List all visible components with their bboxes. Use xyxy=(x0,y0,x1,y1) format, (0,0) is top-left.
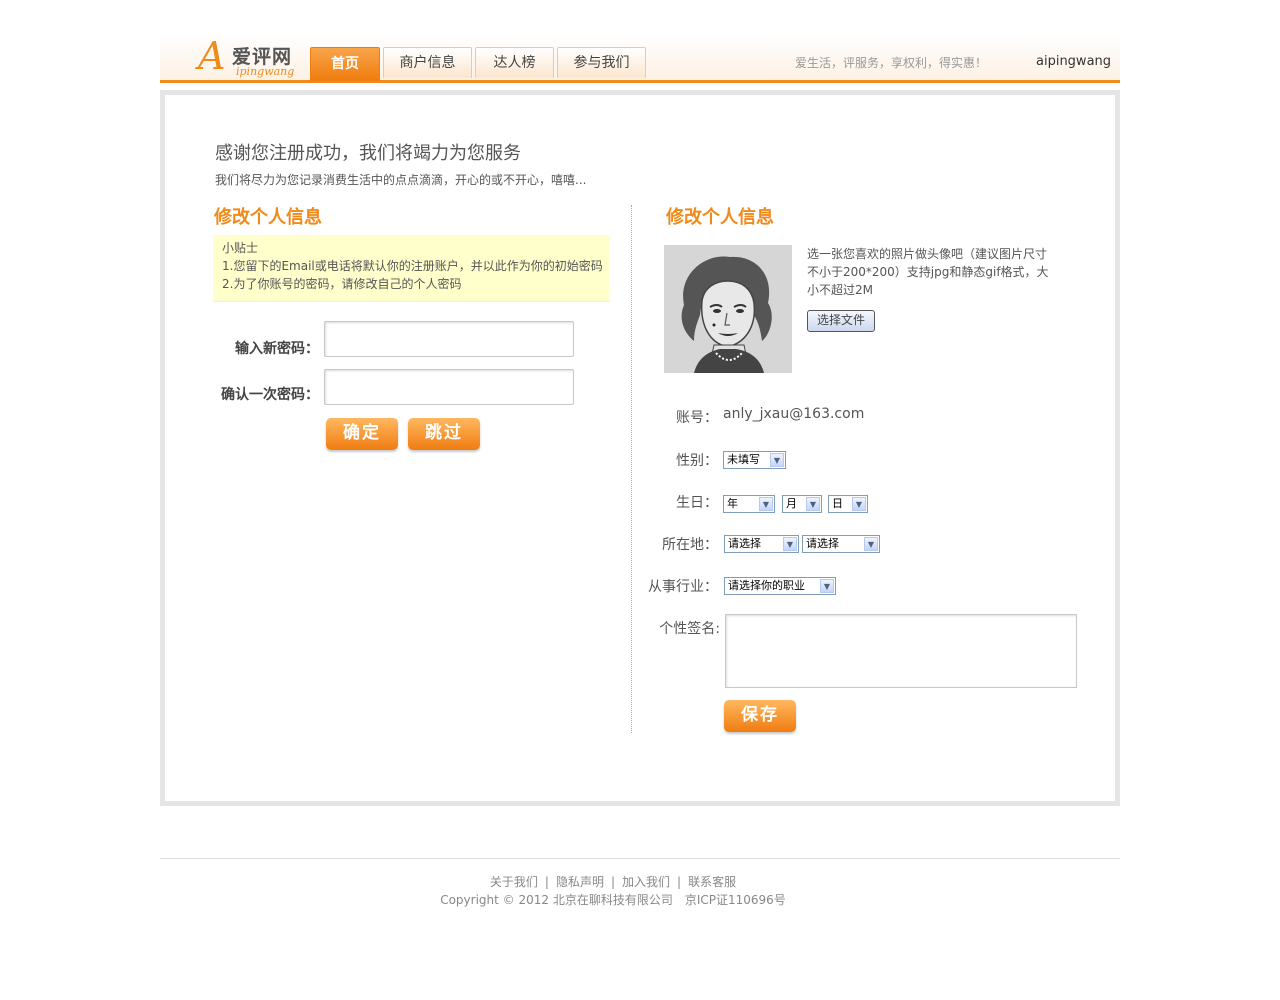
welcome-subtitle: 我们将尽力为您记录消费生活中的点点滴滴，开心的或不开心，嘻嘻... xyxy=(215,173,587,187)
main-panel: 感谢您注册成功，我们将竭力为您服务 我们将尽力为您记录消费生活中的点点滴滴，开心… xyxy=(160,90,1120,806)
footer-links: 关于我们 | 隐私声明 | 加入我们 | 联系客服 xyxy=(0,873,1226,890)
province-select[interactable]: 请选择 ▼ xyxy=(724,535,799,553)
province-select-value: 请选择 xyxy=(728,537,761,550)
birthday-year-value: 年 xyxy=(727,497,738,510)
chevron-down-icon: ▼ xyxy=(759,497,773,511)
header-slogan: 爱生活，评服务，享权利，得实惠！ xyxy=(795,56,988,70)
avatar-upload-note: 选一张您喜欢的照片做头像吧（建议图片尺寸不小于200*200）支持jpg和静态g… xyxy=(807,247,1049,297)
city-select[interactable]: 请选择 ▼ xyxy=(802,535,880,553)
nav-tab-top-reviewers[interactable]: 达人榜 xyxy=(475,47,554,78)
main-nav: 首页 商户信息 达人榜 参与我们 xyxy=(310,47,649,81)
industry-select[interactable]: 请选择你的职业 ▼ xyxy=(724,577,836,595)
tips-heading: 小贴士 xyxy=(222,241,259,255)
tips-line-2: 2.为了你账号的密码，请修改自己的个人密码 xyxy=(222,277,462,291)
birthday-label: 生日： xyxy=(676,495,718,511)
new-password-label: 输入新密码： xyxy=(235,341,319,357)
tips-line-1: 1.您留下的Email或电话将默认你的注册账户，并以此作为你的初始密码 xyxy=(222,259,603,273)
footer-copyright: Copyright © 2012 北京在聊科技有限公司 京ICP证110696号 xyxy=(440,893,786,907)
industry-label: 从事行业： xyxy=(648,579,718,595)
nav-tab-join-us[interactable]: 参与我们 xyxy=(557,47,646,78)
account-value: anly_jxau@163.com xyxy=(723,406,865,422)
tips-box: 小贴士 1.您留下的Email或电话将默认你的注册账户，并以此作为你的初始密码 … xyxy=(213,235,610,302)
birthday-month-select[interactable]: 月 ▼ xyxy=(782,495,822,513)
gender-select-value: 未填写 xyxy=(727,453,760,466)
nav-tab-merchant-info[interactable]: 商户信息 xyxy=(383,47,472,78)
birthday-year-select[interactable]: 年 ▼ xyxy=(723,495,775,513)
chevron-down-icon: ▼ xyxy=(806,497,820,511)
right-section-title: 修改个人信息 xyxy=(666,207,774,228)
chevron-down-icon: ▼ xyxy=(770,453,784,467)
save-button[interactable]: 保存 xyxy=(724,700,796,732)
confirm-button[interactable]: 确定 xyxy=(326,418,398,450)
gender-select[interactable]: 未填写 ▼ xyxy=(723,451,786,469)
avatar-image xyxy=(664,245,792,373)
signature-textarea[interactable] xyxy=(725,614,1077,688)
chevron-down-icon: ▼ xyxy=(864,537,878,551)
signature-label: 个性签名: xyxy=(659,621,720,637)
location-label: 所在地： xyxy=(662,537,718,553)
logo-english-name: ipingwang xyxy=(236,65,295,78)
footer-link-join[interactable]: 加入我们 xyxy=(622,875,670,889)
chevron-down-icon: ▼ xyxy=(820,579,834,593)
site-header: A 爱评网 ipingwang 首页 商户信息 达人榜 参与我们 爱生活，评服务… xyxy=(160,34,1120,83)
site-logo[interactable]: A 爱评网 ipingwang xyxy=(198,36,298,78)
left-section-title: 修改个人信息 xyxy=(214,207,322,228)
confirm-password-label: 确认一次密码： xyxy=(221,387,319,403)
footer-separator: | xyxy=(677,875,682,889)
logo-letter: A xyxy=(198,34,226,78)
header-site-name[interactable]: aipingwang xyxy=(1036,54,1111,69)
account-label: 账号： xyxy=(676,410,718,426)
welcome-title: 感谢您注册成功，我们将竭力为您服务 xyxy=(215,143,521,164)
footer-divider xyxy=(160,858,1120,859)
footer-link-privacy[interactable]: 隐私声明 xyxy=(556,875,604,889)
birthday-day-select[interactable]: 日 ▼ xyxy=(828,495,868,513)
gender-label: 性别： xyxy=(676,453,718,469)
footer-separator: | xyxy=(544,875,549,889)
city-select-value: 请选择 xyxy=(806,537,839,550)
chevron-down-icon: ▼ xyxy=(852,497,866,511)
confirm-password-input[interactable] xyxy=(324,369,574,405)
new-password-input[interactable] xyxy=(324,321,574,357)
footer-link-about[interactable]: 关于我们 xyxy=(490,875,538,889)
birthday-day-value: 日 xyxy=(832,497,843,510)
birthday-month-value: 月 xyxy=(786,497,797,510)
industry-select-value: 请选择你的职业 xyxy=(728,579,805,592)
nav-tab-home[interactable]: 首页 xyxy=(310,47,380,81)
choose-file-button[interactable]: 选择文件 xyxy=(807,310,875,332)
skip-button[interactable]: 跳过 xyxy=(408,418,480,450)
chevron-down-icon: ▼ xyxy=(783,537,797,551)
footer-separator: | xyxy=(610,875,616,889)
footer-link-contact[interactable]: 联系客服 xyxy=(688,875,736,889)
